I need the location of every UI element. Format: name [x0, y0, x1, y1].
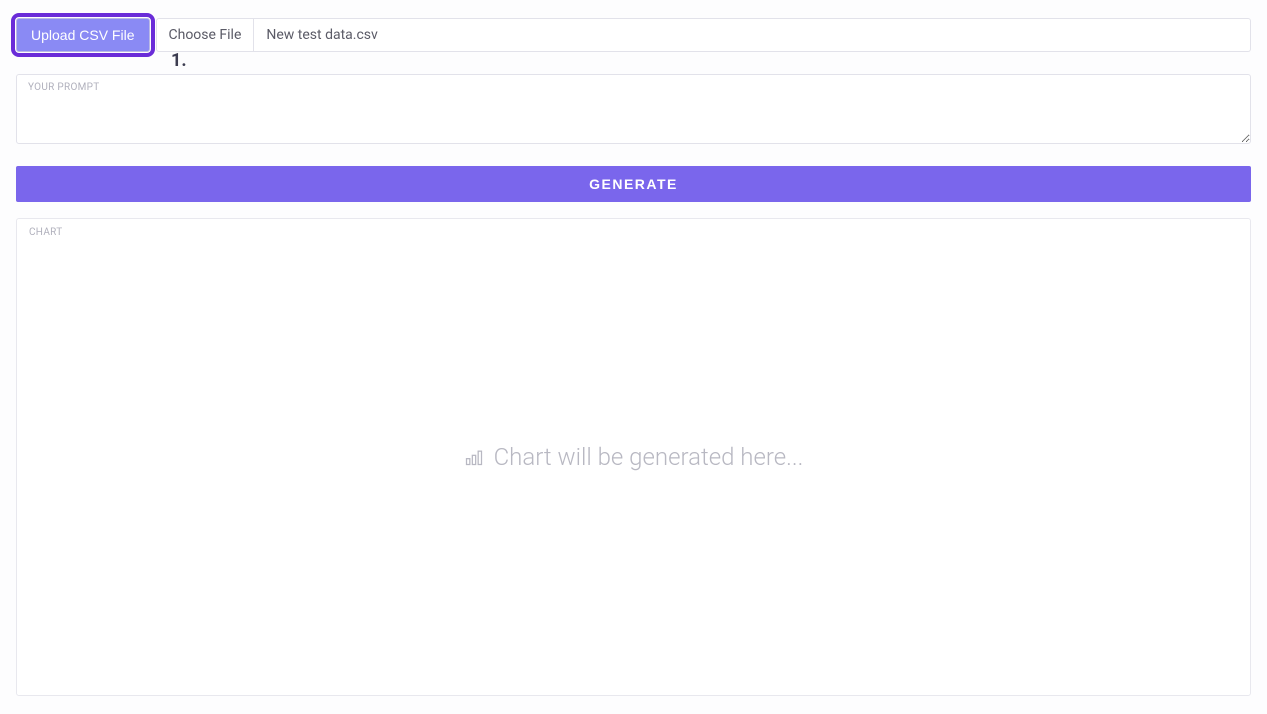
- prompt-container: YOUR PROMPT: [16, 74, 1251, 148]
- choose-file-button[interactable]: Choose File: [156, 18, 255, 52]
- chart-placeholder-text: Chart will be generated here...: [494, 443, 804, 471]
- prompt-textarea[interactable]: [16, 74, 1251, 144]
- chart-label: CHART: [29, 227, 63, 238]
- chart-output-container: CHART Chart will be generated here...: [16, 218, 1251, 696]
- generate-button[interactable]: GENERATE: [16, 166, 1251, 202]
- selected-file-name: New test data.csv: [254, 18, 1251, 52]
- upload-csv-button[interactable]: Upload CSV File: [16, 18, 150, 52]
- file-upload-row: Upload CSV File Choose File New test dat…: [16, 18, 1251, 52]
- bar-chart-icon: [464, 447, 484, 467]
- step-annotation: 1.: [171, 50, 187, 71]
- chart-placeholder: Chart will be generated here...: [464, 443, 804, 471]
